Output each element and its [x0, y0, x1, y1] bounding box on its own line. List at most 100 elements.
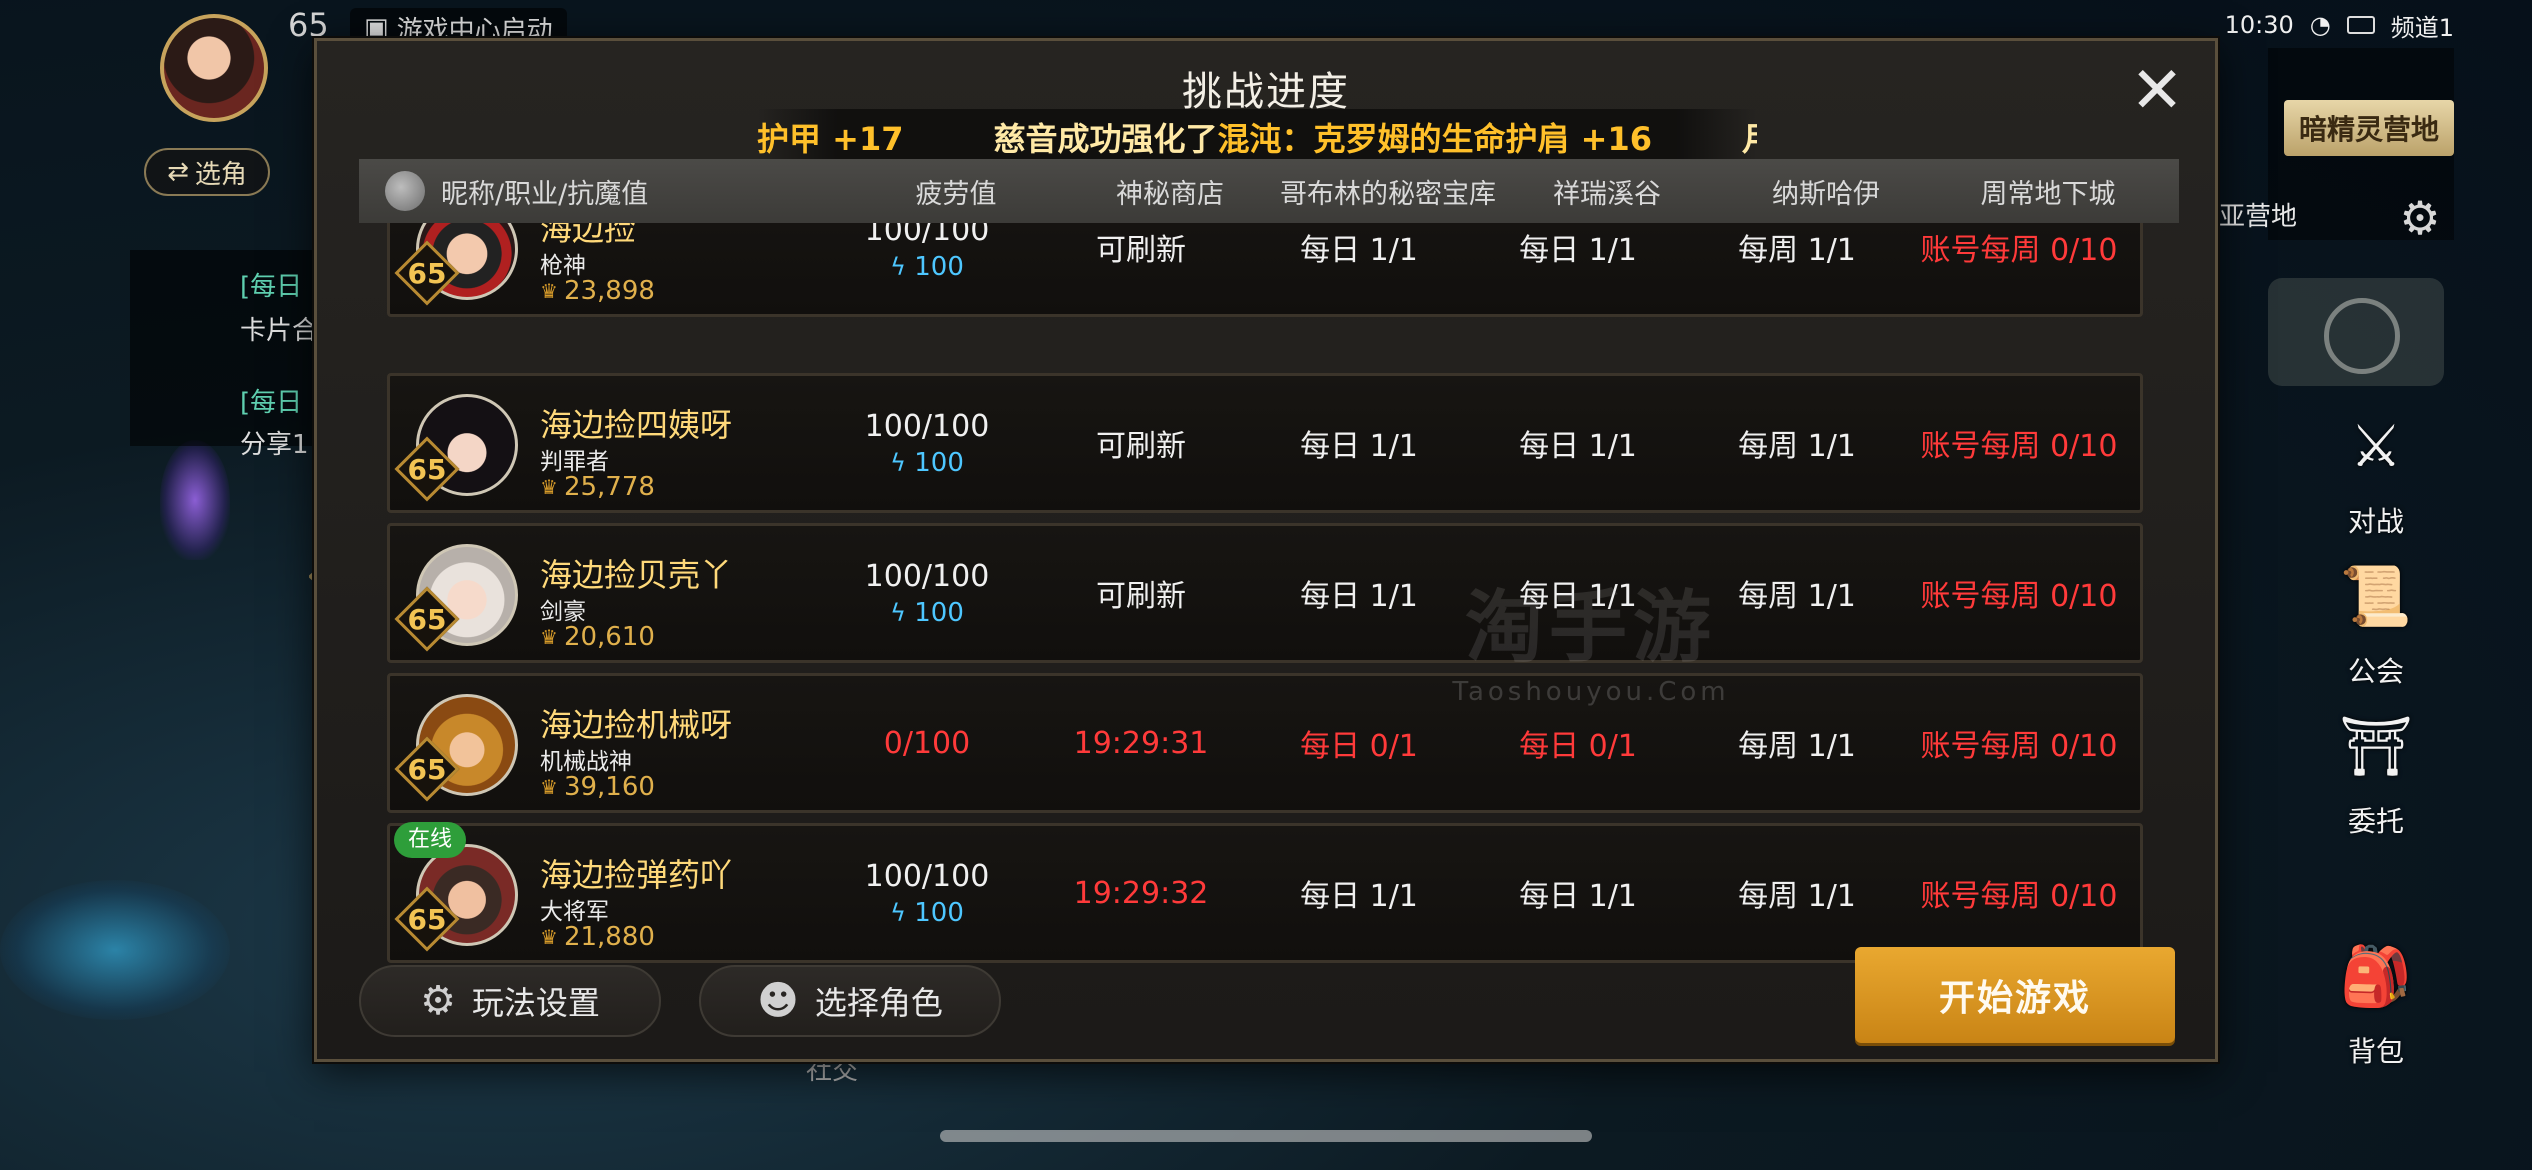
goblin-status: 每日 0/1	[1300, 729, 1418, 764]
fatigue-bonus: ϟ 100	[820, 252, 1034, 282]
side-button-guild[interactable]: 📜 公会	[2316, 540, 2436, 690]
select-character-button[interactable]: ☻ 选择角色	[699, 965, 1001, 1037]
power-value: 23,898	[563, 276, 655, 306]
compass-button[interactable]	[2268, 278, 2444, 386]
level-text: 65	[407, 453, 447, 486]
signal-icon: ◔	[2309, 11, 2331, 39]
fatigue-value: 100/100	[864, 858, 990, 894]
shop-status: 19:29:32	[1073, 875, 1209, 911]
nas-status: 每周 1/1	[1738, 233, 1856, 268]
header-fatigue: 疲劳值	[915, 178, 997, 210]
side-button-label: 对战	[2347, 505, 2404, 538]
side-button-label: 背包	[2347, 1035, 2404, 1068]
quest-line: 分享1	[240, 430, 309, 460]
online-badge: 在线	[394, 822, 467, 858]
clock: 10:30	[2224, 11, 2294, 39]
goblin-status: 每日 1/1	[1300, 579, 1418, 614]
channel-label: 频道1	[2390, 13, 2454, 42]
table-row[interactable]: 65 海边捡机械呀 机械战神 ♛ 39,160 0/100 19:29:31 每日…	[387, 673, 2143, 813]
lightning-icon: ϟ	[890, 898, 906, 927]
quest-line: [每日	[240, 388, 303, 418]
play-settings-button[interactable]: ⚙ 玩法设置	[359, 965, 661, 1037]
purple-torch	[160, 440, 230, 560]
valley-status: 每日 1/1	[1519, 429, 1637, 464]
character-cell: 65 海边捡 枪神 ♛ 23,898	[390, 223, 820, 314]
crossed-swords-icon: ⚔	[2350, 412, 2402, 480]
goblin-status: 每日 1/1	[1300, 879, 1418, 914]
character-class: 枪神	[540, 253, 586, 279]
header-name-label: 昵称/职业/抗魔值	[441, 178, 649, 210]
valley-status: 每日 0/1	[1519, 729, 1637, 764]
header-name: 昵称/职业/抗魔值	[359, 171, 849, 211]
weekly-dungeon-status: 账号每周 0/10	[1920, 729, 2118, 764]
character-class: 判罪者	[540, 449, 609, 475]
pavilion-icon: ⛩	[2339, 711, 2413, 780]
fatigue-bonus: ϟ 100	[820, 598, 1034, 628]
lightning-icon: ϟ	[890, 252, 906, 281]
shop-status: 可刷新	[1096, 429, 1186, 464]
backpack-icon: 🎒	[2339, 941, 2413, 1010]
quest-line: 卡片合	[240, 316, 319, 346]
close-icon[interactable]: ✕	[2129, 59, 2185, 123]
crown-icon: ♛	[540, 279, 558, 303]
table-row[interactable]: 65 海边捡贝壳丫 剑豪 ♛ 20,610 100/100 ϟ 100 可刷新 每…	[387, 523, 2143, 663]
start-game-button[interactable]: 开始游戏	[1855, 947, 2175, 1043]
valley-status: 每日 1/1	[1519, 879, 1637, 914]
home-indicator[interactable]	[940, 1130, 1592, 1142]
header-valley: 祥瑞溪谷	[1553, 178, 1661, 210]
map-name-plate: 暗精灵营地	[2284, 100, 2454, 156]
battery-icon	[2346, 16, 2375, 34]
power-value: 25,778	[563, 472, 655, 502]
fatigue-value: 100/100	[864, 558, 990, 594]
teleport-glow	[0, 880, 230, 1020]
crown-icon: ♛	[540, 475, 558, 499]
character-cell: 65 海边捡四姨呀 判罪者 ♛ 25,778	[390, 376, 820, 510]
table-row[interactable]: 65 海边捡 枪神 ♛ 23,898 100/100 ϟ 100 可刷新 每日 1…	[387, 223, 2143, 317]
side-button-bag[interactable]: 🎒 背包	[2316, 920, 2436, 1070]
weekly-dungeon-status: 账号每周 0/10	[1920, 579, 2118, 614]
character-name: 海边捡弹药吖	[540, 856, 733, 894]
side-button-label: 公会	[2347, 655, 2404, 688]
character-name: 海边捡机械呀	[540, 706, 733, 744]
power-value: 39,160	[563, 772, 655, 802]
fatigue-bonus-value: 100	[914, 897, 964, 928]
player-silhouette-icon	[385, 171, 425, 211]
table-row[interactable]: 在线 65 海边捡弹药吖 大将军 ♛ 21,880 100/100 ϟ 100 1…	[387, 822, 2143, 963]
fatigue-cell: 0/100	[820, 726, 1034, 761]
character-list[interactable]: 65 海边捡 枪神 ♛ 23,898 100/100 ϟ 100 可刷新 每日 1…	[387, 223, 2143, 963]
valley-status: 每日 1/1	[1519, 579, 1637, 614]
header-weekly: 周常地下城	[1980, 178, 2116, 210]
crown-icon: ♛	[540, 625, 558, 649]
character-cell: 在线 65 海边捡弹药吖 大将军 ♛ 21,880	[390, 822, 820, 960]
header-nas: 纳斯哈伊	[1772, 178, 1880, 210]
map-subtitle: 亚营地	[2218, 202, 2297, 232]
level-text: 65	[407, 257, 447, 290]
power-value: 20,610	[563, 622, 655, 652]
fatigue-bonus: ϟ 100	[820, 448, 1034, 478]
weekly-dungeon-status: 账号每周 0/10	[1920, 233, 2118, 268]
side-button-commission[interactable]: ⛩ 委托	[2316, 690, 2436, 840]
table-row[interactable]: 65 海边捡四姨呀 判罪者 ♛ 25,778 100/100 ϟ 100 可刷新 …	[387, 373, 2143, 513]
quest-line: [每日	[240, 272, 303, 302]
nas-status: 每周 1/1	[1738, 429, 1856, 464]
header-goblin: 哥布林的秘密宝库	[1280, 178, 1496, 210]
crown-icon: ♛	[540, 925, 558, 949]
lightning-icon: ϟ	[890, 448, 906, 477]
valley-status: 每日 1/1	[1519, 233, 1637, 268]
character-name: 海边捡四姨呀	[540, 406, 733, 444]
settings-gear-icon[interactable]: ⚙	[2394, 192, 2446, 244]
table-header: 昵称/职业/抗魔值 疲劳值 神秘商店 哥布林的秘密宝库 祥瑞溪谷 纳斯哈伊 周常…	[359, 159, 2179, 223]
swap-icon: ⇄	[167, 157, 189, 187]
side-button-pvp[interactable]: ⚔ 对战	[2316, 390, 2436, 540]
player-avatar[interactable]	[160, 14, 268, 122]
fatigue-bonus-value: 100	[914, 597, 964, 628]
select-role-hud-button[interactable]: ⇄ 选角	[144, 148, 270, 196]
shop-status: 可刷新	[1096, 579, 1186, 614]
anti-magic-value: ♛ 21,880	[540, 922, 655, 952]
character-class: 大将军	[540, 899, 609, 925]
shop-status: 可刷新	[1096, 233, 1186, 268]
play-settings-label: 玩法设置	[471, 984, 600, 1022]
power-value: 21,880	[563, 922, 655, 952]
crown-icon: ♛	[540, 775, 558, 799]
scroll-icon: 📜	[2339, 561, 2413, 630]
